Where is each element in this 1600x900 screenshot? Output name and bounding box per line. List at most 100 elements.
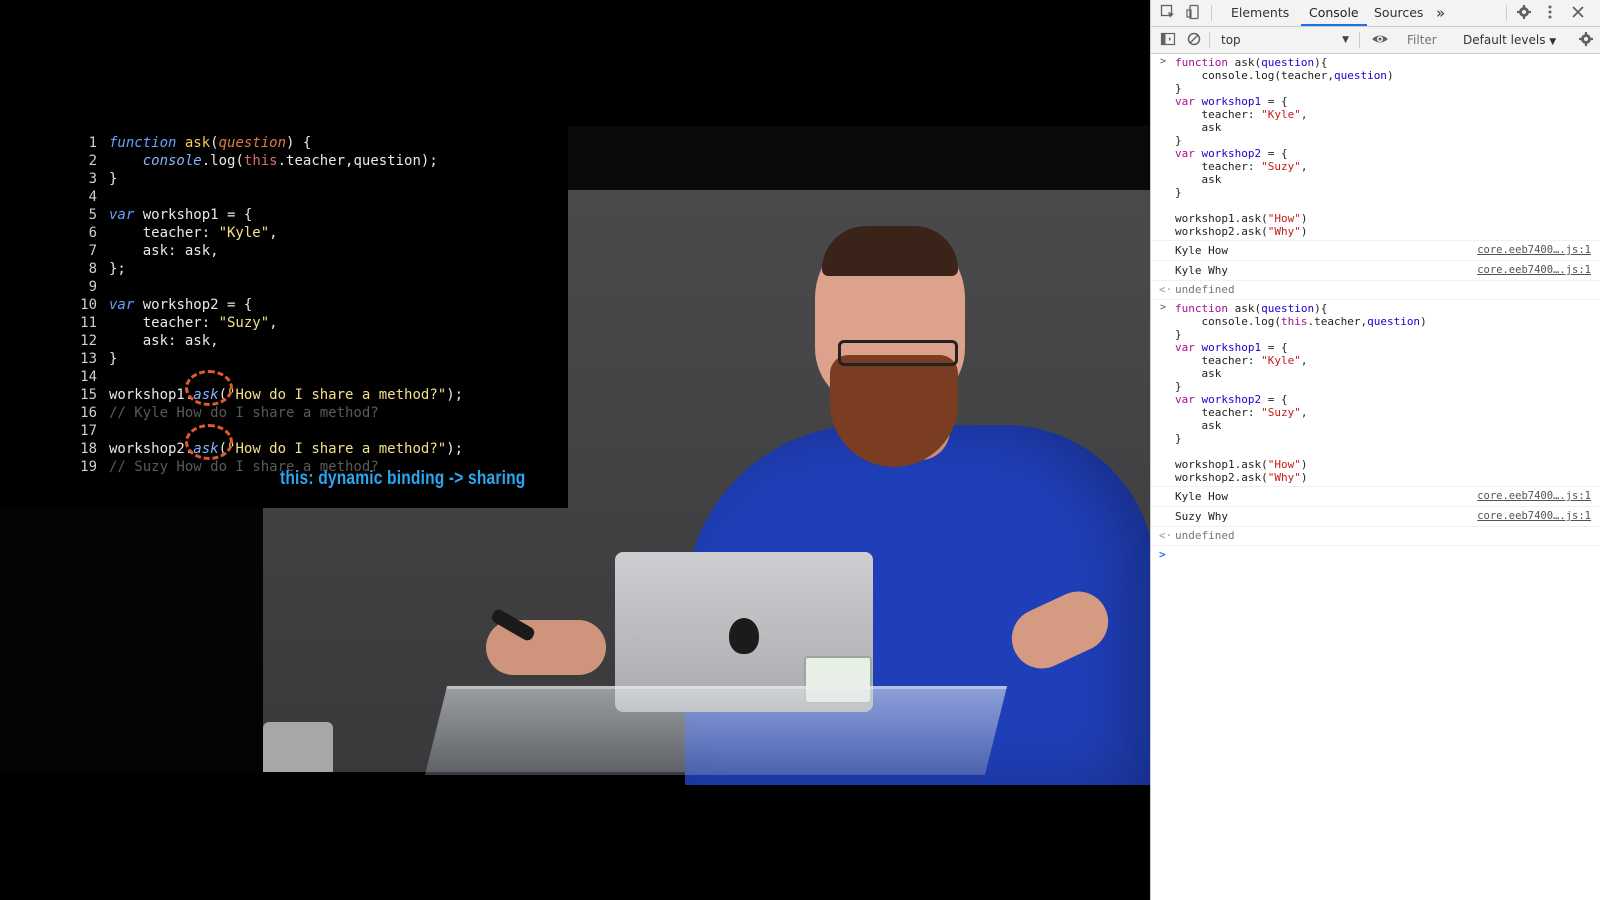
- console-toolbar: top ▼ Default levels ▼: [1151, 27, 1600, 54]
- console-code-line: var workshop1 = {: [1175, 341, 1288, 354]
- toolbar-divider: [1209, 32, 1210, 48]
- kebab-menu-icon[interactable]: [1541, 4, 1559, 22]
- console-code-line: var workshop1 = {: [1175, 95, 1288, 108]
- slide-code-line: 14: [0, 368, 109, 386]
- result-value: undefined: [1175, 529, 1235, 542]
- line-number: 6: [88, 225, 97, 241]
- video-player[interactable]: 1 function ask(question) {2 console.log(t…: [0, 0, 1150, 900]
- console-log-row: Kyle Why core.eeb7400….js:1: [1151, 261, 1600, 281]
- console-result-row: <· undefined: [1151, 281, 1600, 300]
- live-expression-icon[interactable]: [1371, 31, 1389, 49]
- console-code-line: ask: [1175, 367, 1222, 380]
- line-number: 15: [80, 387, 97, 403]
- close-icon[interactable]: [1569, 4, 1587, 22]
- more-tabs-icon[interactable]: »: [1436, 0, 1445, 26]
- log-source-link[interactable]: core.eeb7400….js:1: [1477, 507, 1591, 526]
- line-number: 11: [80, 315, 97, 331]
- presenter-hair: [822, 226, 958, 276]
- console-log-row: Suzy Why core.eeb7400….js:1: [1151, 507, 1600, 527]
- slide-code-line: 7 ask: ask,: [0, 242, 219, 260]
- line-number: 13: [80, 351, 97, 367]
- slide-code-line: 16// Kyle How do I share a method?: [0, 404, 379, 422]
- console-code-line: workshop2.ask("Why"): [1175, 471, 1308, 484]
- tabbar-divider: [1506, 5, 1507, 21]
- console-code-line: console.log(this.teacher,question): [1175, 315, 1427, 328]
- filter-input[interactable]: [1403, 31, 1459, 49]
- line-number: 5: [88, 207, 97, 223]
- console-code-line: console.log(teacher,question): [1175, 69, 1394, 82]
- slide-code-line: 3}: [0, 170, 118, 188]
- line-number: 3: [88, 171, 97, 187]
- console-code-line: }: [1175, 328, 1182, 341]
- device-toolbar-icon[interactable]: [1185, 4, 1203, 22]
- line-number: 18: [80, 441, 97, 457]
- console-result-row: <· undefined: [1151, 527, 1600, 546]
- code-slide: 1 function ask(question) {2 console.log(t…: [0, 126, 568, 508]
- console-code-line: }: [1175, 186, 1182, 199]
- line-number: 17: [80, 423, 97, 439]
- console-code-line: function ask(question){: [1175, 56, 1328, 69]
- slide-code-line: 8};: [0, 260, 126, 278]
- tab-elements[interactable]: Elements: [1231, 0, 1289, 26]
- log-source-link[interactable]: core.eeb7400….js:1: [1477, 241, 1591, 260]
- console-log-row: Kyle How core.eeb7400….js:1: [1151, 487, 1600, 507]
- console-code-line: teacher: "Kyle",: [1175, 108, 1308, 121]
- line-number: 7: [88, 243, 97, 259]
- console-code-line: }: [1175, 134, 1182, 147]
- clear-console-icon[interactable]: [1185, 31, 1203, 49]
- console-output[interactable]: > function ask(question){ console.log(tea…: [1151, 54, 1600, 900]
- context-selector[interactable]: top ▼: [1217, 31, 1353, 49]
- dropdown-arrow-icon: ▼: [1549, 37, 1557, 47]
- console-code-line: var workshop2 = {: [1175, 147, 1288, 160]
- console-code-line: ask: [1175, 121, 1222, 134]
- apple-logo: [729, 618, 759, 654]
- gear-icon[interactable]: [1515, 4, 1533, 22]
- log-message: Kyle Why: [1175, 264, 1228, 277]
- toolbar-divider: [1359, 32, 1360, 48]
- log-source-link[interactable]: core.eeb7400….js:1: [1477, 261, 1591, 280]
- result-value: undefined: [1175, 283, 1235, 296]
- tab-console[interactable]: Console: [1301, 0, 1367, 26]
- result-arrow-icon: <·: [1159, 529, 1173, 542]
- highlight-circle-2: [185, 424, 233, 460]
- console-code-line: ask: [1175, 173, 1222, 186]
- log-source-link[interactable]: core.eeb7400….js:1: [1477, 487, 1591, 506]
- console-code-line: [1175, 199, 1600, 212]
- slide-code-line: 2 console.log(this.teacher,question);: [0, 152, 438, 170]
- slide-code-line: 11 teacher: "Suzy",: [0, 314, 277, 332]
- slide-code-line: 10 var workshop2 = {: [0, 296, 252, 314]
- slide-code-line: 9: [0, 278, 109, 296]
- console-code-line: }: [1175, 380, 1182, 393]
- slide-code-line: 13}: [0, 350, 117, 368]
- console-sidebar-icon[interactable]: [1159, 31, 1177, 49]
- console-settings-icon[interactable]: [1577, 31, 1595, 49]
- line-number: 8: [88, 261, 97, 277]
- tab-sources[interactable]: Sources: [1374, 0, 1423, 26]
- log-message: Suzy Why: [1175, 510, 1228, 523]
- dropdown-arrow-icon: ▼: [1342, 35, 1349, 45]
- line-number: 10: [80, 297, 97, 313]
- slide-code-line: 1 function ask(question) {: [0, 134, 312, 152]
- input-chevron-icon: >: [1160, 56, 1167, 67]
- console-code-line: teacher: "Kyle",: [1175, 354, 1308, 367]
- glass-podium: [424, 686, 1008, 775]
- log-levels-label: Default levels: [1463, 33, 1546, 47]
- log-levels-dropdown[interactable]: Default levels ▼: [1463, 31, 1556, 51]
- slide-code-line: 17: [0, 422, 109, 440]
- console-code-line: ask: [1175, 419, 1222, 432]
- console-code-line: }: [1175, 432, 1182, 445]
- log-message: Kyle How: [1175, 244, 1228, 257]
- slide-code-line: 12 ask: ask,: [0, 332, 218, 350]
- side-laptop: [263, 722, 333, 772]
- console-code-line: }: [1175, 82, 1182, 95]
- console-code-line: var workshop2 = {: [1175, 393, 1288, 406]
- line-number: 1: [88, 135, 97, 151]
- devtools-panel: Elements Console Sources » top ▼ Filter …: [1150, 0, 1600, 900]
- slide-code-line: 6 teacher: "Kyle",: [0, 224, 278, 242]
- prompt-chevron-icon: >: [1159, 548, 1166, 561]
- console-input-entry: > function ask(question){ console.log(tea…: [1151, 54, 1600, 241]
- console-code-line: function ask(question){: [1175, 302, 1328, 315]
- console-prompt[interactable]: >: [1151, 546, 1600, 564]
- input-chevron-icon: >: [1160, 302, 1167, 313]
- inspect-element-icon[interactable]: [1159, 4, 1177, 22]
